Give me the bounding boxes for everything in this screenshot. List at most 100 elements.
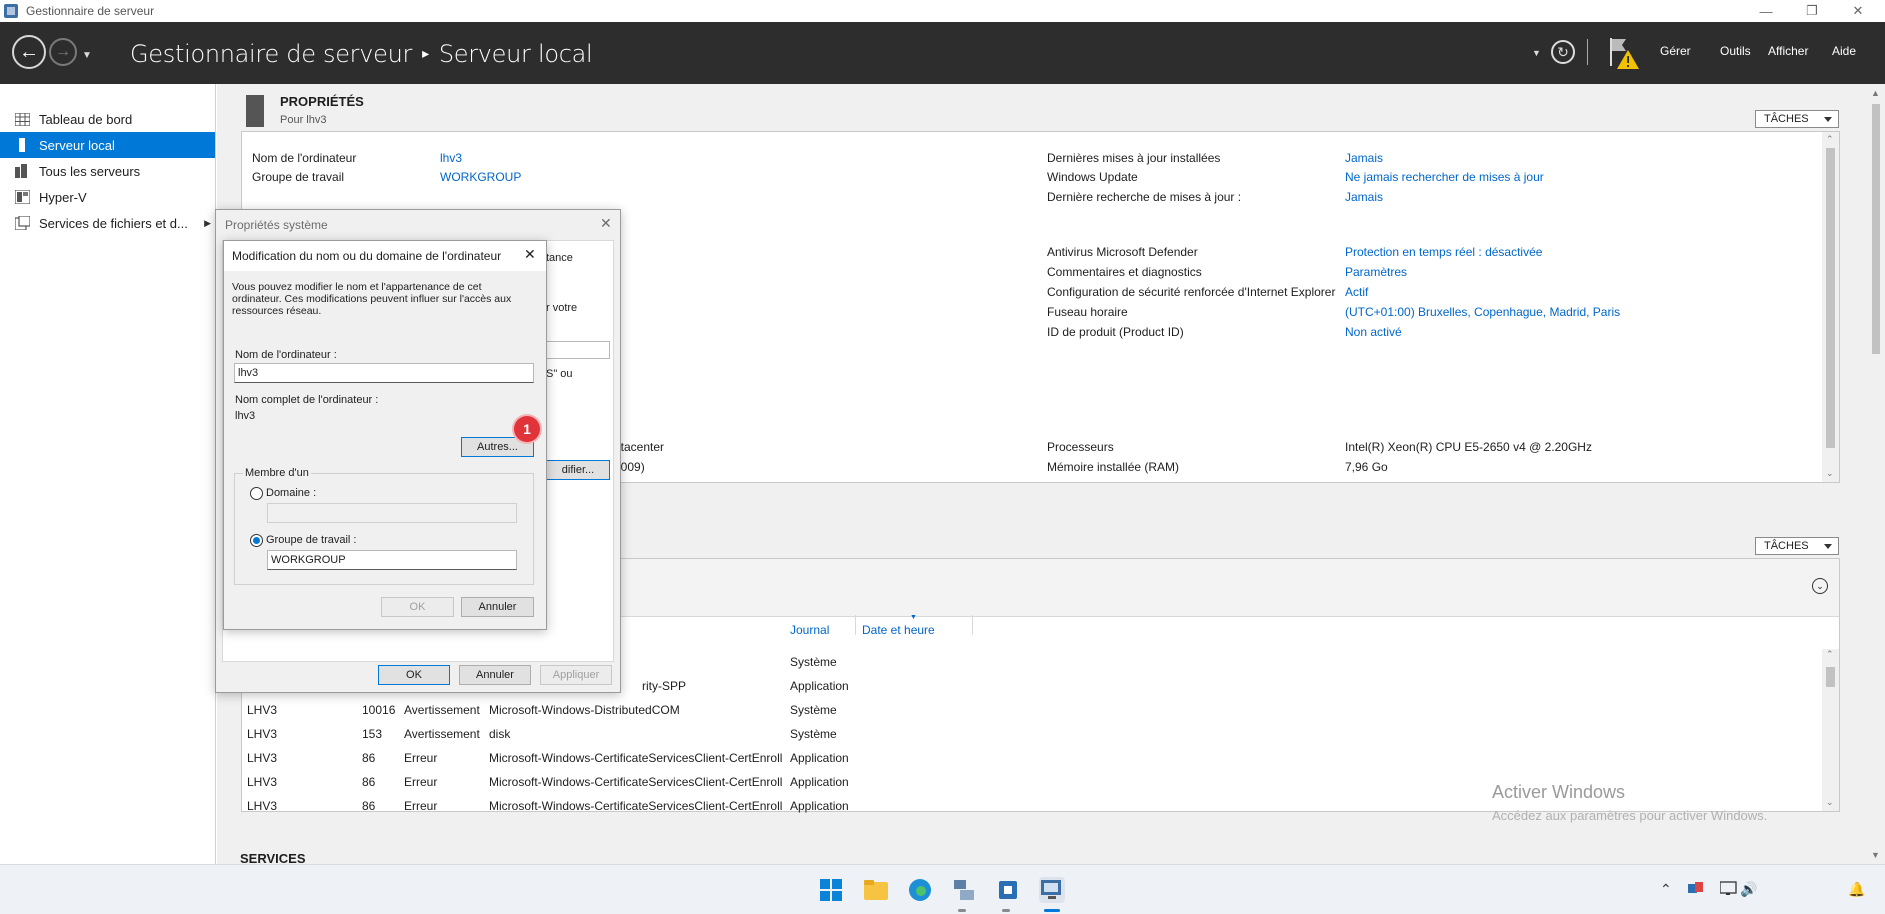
cancel-button[interactable]: Annuler	[461, 597, 534, 617]
prop-value-workgroup[interactable]: WORKGROUP	[440, 170, 521, 184]
cancel-button[interactable]: Annuler	[459, 665, 531, 685]
menu-view[interactable]: Afficher	[1768, 44, 1808, 58]
scroll-down-icon[interactable]: ⌄	[1826, 468, 1834, 479]
server-icon	[14, 138, 30, 152]
scroll-up-icon[interactable]: ▲	[1871, 88, 1880, 98]
sidebar-item-label: Tableau de bord	[39, 111, 133, 127]
edge-browser-icon[interactable]	[907, 877, 933, 903]
prop-value-product-id[interactable]: Non activé	[1345, 325, 1402, 339]
event-source: Microsoft-Windows-DistributedCOM	[489, 703, 680, 717]
close-icon[interactable]: ✕	[524, 246, 536, 263]
volume-tray-icon[interactable]: 🔊	[1740, 881, 1757, 898]
prop-value-defender[interactable]: Protection en temps réel : désactivée	[1345, 245, 1542, 259]
scroll-down-icon[interactable]: ⌄	[1826, 797, 1834, 808]
sidebar-item-hyperv[interactable]: Hyper-V	[0, 184, 215, 210]
expand-arrow-icon[interactable]: ▶	[204, 218, 211, 229]
arrow-left-icon: ←	[19, 40, 39, 63]
breadcrumb-app[interactable]: Gestionnaire de serveur	[130, 40, 412, 68]
scroll-thumb[interactable]	[1826, 148, 1835, 448]
notification-bell-icon[interactable]: 🔔	[1848, 881, 1865, 898]
file-explorer-icon[interactable]	[863, 877, 889, 903]
prop-value-last-updates[interactable]: Jamais	[1345, 151, 1383, 165]
expand-circle-icon[interactable]: ⌄	[1812, 578, 1828, 594]
main-scrollbar[interactable]: ▲ ▼	[1867, 84, 1885, 864]
properties-scrollbar[interactable]: ⌃ ⌄	[1822, 132, 1839, 482]
window-titlebar: Gestionnaire de serveur — ❐ ✕	[0, 0, 1885, 22]
domain-label: Domaine :	[266, 487, 317, 499]
domain-input[interactable]	[267, 503, 517, 523]
events-scrollbar[interactable]: ⌃ ⌄	[1822, 649, 1839, 811]
prop-value-timezone[interactable]: (UTC+01:00) Bruxelles, Copenhague, Madri…	[1345, 305, 1620, 319]
back-button[interactable]: ←	[12, 35, 46, 69]
prop-value-windows-update[interactable]: Ne jamais rechercher de mises à jour	[1345, 170, 1544, 184]
sidebar-item-all-servers[interactable]: Tous les serveurs	[0, 158, 215, 184]
prop-value-computer-name[interactable]: lhv3	[440, 151, 462, 165]
ok-button[interactable]: OK	[381, 597, 454, 617]
prop-label-processors: Processeurs	[1047, 440, 1114, 454]
workgroup-input[interactable]: WORKGROUP	[267, 550, 517, 570]
column-header-journal[interactable]: Journal	[790, 623, 829, 637]
server-manager-taskbar-icon[interactable]	[1039, 877, 1065, 903]
ok-button[interactable]: OK	[378, 665, 450, 685]
scroll-up-icon[interactable]: ⌃	[1826, 134, 1834, 145]
start-windows-icon[interactable]	[818, 877, 844, 903]
full-name-value: lhv3	[235, 410, 256, 422]
tab-partial-label[interactable]: tance	[546, 252, 573, 264]
prop-label-ie-esc: Configuration de sécurité renforcée d'In…	[1047, 285, 1336, 299]
prop-label-timezone: Fuseau horaire	[1047, 305, 1128, 319]
prop-value-feedback[interactable]: Paramètres	[1345, 265, 1407, 279]
network-server-icon[interactable]	[951, 877, 977, 903]
close-icon[interactable]: ✕	[600, 215, 612, 232]
computer-name-input[interactable]: lhv3	[234, 363, 534, 383]
column-header-datetime[interactable]: Date et heure	[862, 623, 935, 637]
minimize-button[interactable]: —	[1743, 0, 1789, 22]
show-hidden-icons-chevron-icon[interactable]: ⌃	[1660, 881, 1672, 898]
properties-tasks-dropdown[interactable]: TÂCHES	[1755, 110, 1839, 128]
hyperv-icon	[14, 190, 30, 204]
breadcrumb-separator-icon: ▸	[422, 46, 429, 62]
window-title: Gestionnaire de serveur	[26, 4, 155, 18]
scroll-thumb[interactable]	[1826, 667, 1835, 687]
close-window-button[interactable]: ✕	[1835, 0, 1881, 22]
sidebar-item-dashboard[interactable]: Tableau de bord	[0, 106, 215, 132]
arrow-right-icon: →	[55, 43, 71, 60]
events-tasks-dropdown[interactable]: TÂCHES	[1755, 537, 1839, 555]
sidebar-item-file-services[interactable]: Services de fichiers et d... ▶	[0, 210, 215, 236]
menu-manage[interactable]: Gérer	[1660, 44, 1691, 58]
prop-value-last-check[interactable]: Jamais	[1345, 190, 1383, 204]
member-of-label: Membre d'un	[243, 467, 311, 479]
history-dropdown-icon[interactable]: ▼	[82, 50, 92, 61]
menu-help[interactable]: Aide	[1832, 44, 1856, 58]
scroll-down-icon[interactable]: ▼	[1871, 850, 1880, 860]
sidebar-item-label: Services de fichiers et d...	[39, 215, 188, 231]
event-level: Erreur	[404, 775, 438, 789]
event-journal: Application	[790, 775, 849, 789]
activation-watermark-title: Activer Windows	[1492, 782, 1626, 802]
scroll-thumb[interactable]	[1872, 104, 1880, 354]
workgroup-label: Groupe de travail :	[266, 534, 357, 546]
running-indicator	[1002, 909, 1010, 912]
dashboard-icon	[14, 112, 30, 126]
sidebar-item-label: Tous les serveurs	[39, 163, 141, 179]
workgroup-radio[interactable]	[250, 534, 263, 547]
partial-input[interactable]	[546, 341, 610, 359]
sidebar-item-local-server[interactable]: Serveur local	[0, 132, 215, 158]
prop-label-windows-update: Windows Update	[1047, 170, 1138, 184]
domain-radio[interactable]	[250, 487, 263, 500]
network-tray-icon[interactable]	[1719, 881, 1738, 898]
file-services-icon	[14, 216, 30, 230]
restore-button[interactable]: ❐	[1789, 0, 1835, 22]
prop-value-ie-esc[interactable]: Actif	[1345, 285, 1368, 299]
security-tray-icon[interactable]	[1688, 881, 1704, 898]
refresh-icon[interactable]: ↻	[1551, 40, 1575, 64]
scroll-up-icon[interactable]: ⌃	[1826, 649, 1834, 660]
refresh-dropdown-icon[interactable]: ▼	[1532, 48, 1541, 58]
menu-tools[interactable]: Outils	[1720, 44, 1751, 58]
notifications-flag-icon[interactable]	[1608, 36, 1640, 73]
apply-button[interactable]: Appliquer	[540, 665, 612, 685]
powershell-tool-icon[interactable]	[995, 877, 1021, 903]
event-source: Microsoft-Windows-CertificateServicesCli…	[489, 775, 783, 789]
forward-button[interactable]: →	[49, 38, 77, 66]
event-id: 86	[362, 775, 376, 789]
modify-button[interactable]: difier...	[546, 460, 610, 480]
